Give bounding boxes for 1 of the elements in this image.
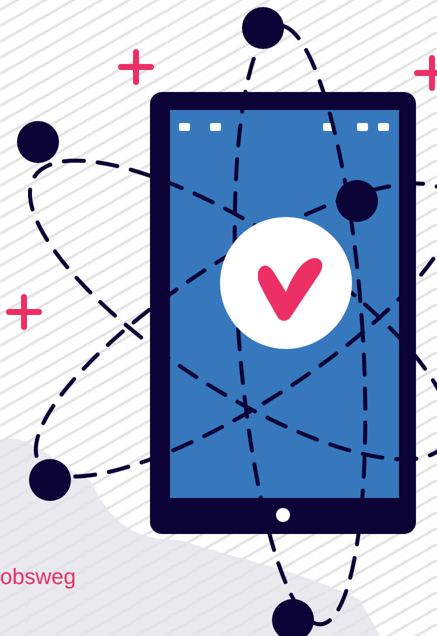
link-text[interactable]: obsweg [0,564,76,590]
